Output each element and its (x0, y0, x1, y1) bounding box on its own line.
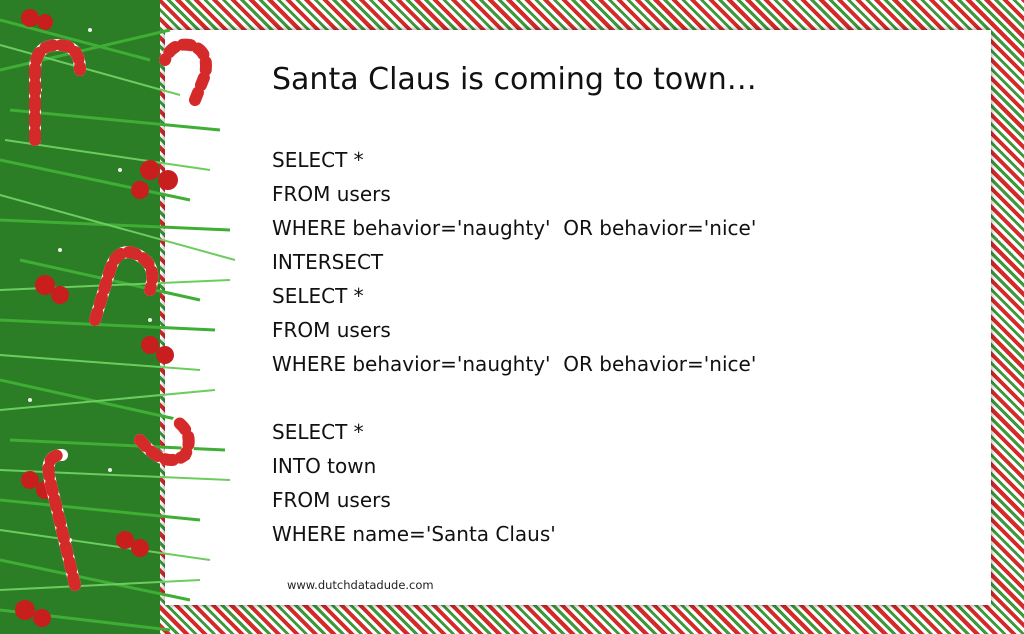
code-line: SELECT * (272, 148, 364, 172)
sql-code-block: SELECT * FROM users WHERE behavior='naug… (272, 143, 756, 551)
code-line: FROM users (272, 318, 391, 342)
code-line: WHERE behavior='naughty' OR behavior='ni… (272, 352, 757, 376)
code-line: INTO town (272, 454, 377, 478)
code-line: INTERSECT (272, 250, 384, 274)
code-line: FROM users (272, 488, 391, 512)
code-line: SELECT * (272, 420, 364, 444)
code-line: SELECT * (272, 284, 364, 308)
slide-title: Santa Claus is coming to town… (272, 62, 757, 97)
code-line: WHERE behavior='naughty' OR behavior='ni… (272, 216, 757, 240)
christmas-garland-decoration (0, 0, 236, 634)
code-line: WHERE name='Santa Claus' (272, 522, 556, 546)
code-line: FROM users (272, 182, 391, 206)
website-footer: www.dutchdatadude.com (287, 578, 434, 592)
